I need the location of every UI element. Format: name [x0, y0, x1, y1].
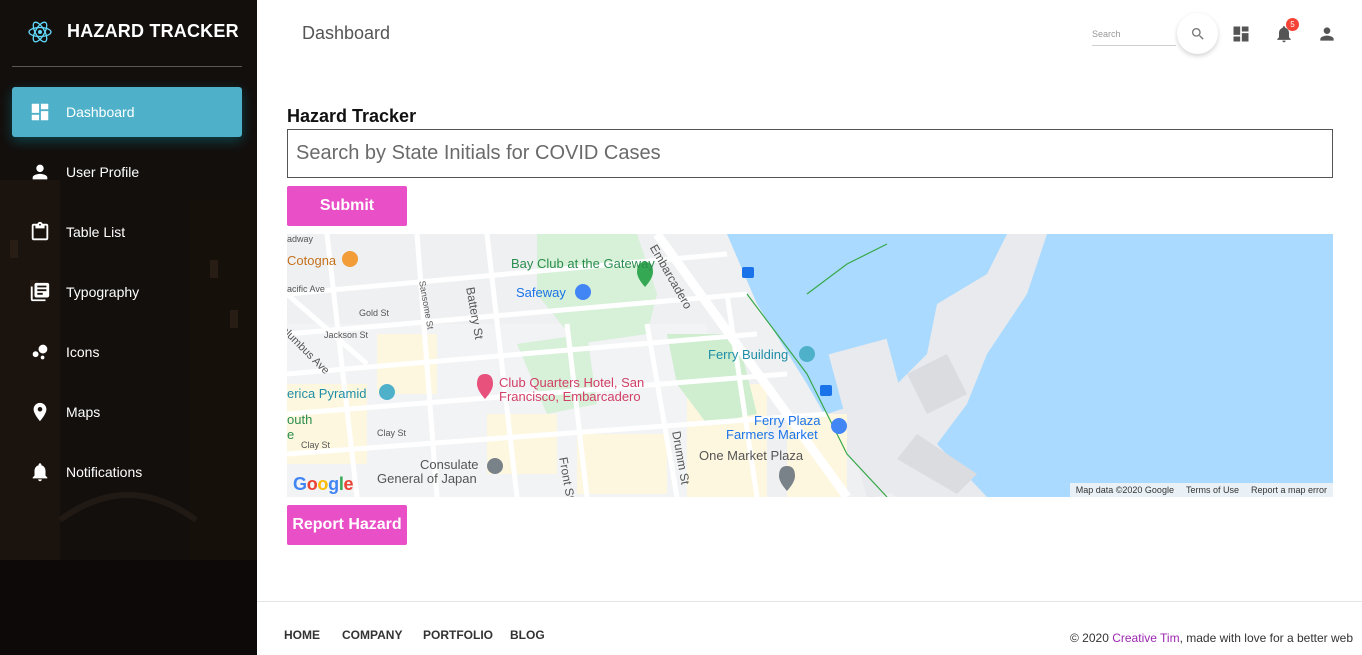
map-label-one-market: One Market Plaza	[699, 448, 804, 463]
map-label-pyramid: erica Pyramid	[287, 386, 367, 401]
react-atom-icon	[28, 21, 52, 43]
sidebar-item-maps[interactable]: Maps	[12, 387, 242, 437]
bubble-chart-icon	[32, 344, 48, 360]
sidebar-item-label: Dashboard	[66, 104, 135, 120]
submit-button[interactable]: Submit	[287, 186, 407, 226]
map-label-consulate-2: General of Japan	[377, 471, 477, 486]
dashboard-icon[interactable]	[1231, 24, 1251, 44]
sidebar-nav: Dashboard User Profile Table List Typogr…	[12, 87, 242, 507]
search-icon	[1191, 27, 1204, 40]
map-label-ferry-plaza-2: Farmers Market	[726, 427, 818, 442]
location-pin-icon	[33, 402, 47, 422]
search-button[interactable]	[1177, 13, 1218, 54]
map-label-consulate-1: Consulate	[420, 457, 479, 472]
sidebar-item-label: User Profile	[66, 164, 140, 180]
state-search-input[interactable]	[287, 129, 1333, 178]
report-hazard-button[interactable]: Report Hazard	[287, 505, 407, 545]
sidebar-item-table-list[interactable]: Table List	[12, 207, 242, 257]
bell-icon	[32, 463, 48, 482]
footer-divider	[257, 601, 1362, 602]
map-attribution: Map data ©2020 Google Terms of Use Repor…	[1069, 483, 1333, 497]
map-label-broadway: adway	[287, 234, 314, 244]
hazard-tracker-heading: Hazard Tracker	[287, 106, 417, 126]
copyright: © 2020 Creative Tim, made with love for …	[1070, 631, 1353, 645]
map-label-gold-st: Gold St	[359, 308, 390, 318]
footer-link-portfolio[interactable]: PORTFOLIO	[423, 628, 493, 642]
map-label-club-quarters-1: Club Quarters Hotel, San	[499, 375, 645, 390]
brand[interactable]: HAZARD TRACKER	[0, 0, 257, 66]
google-map[interactable]: Bay Club at the Gateway Safeway Cotogna …	[287, 234, 1333, 497]
sidebar-item-icons[interactable]: Icons	[12, 327, 242, 377]
map-label-south: outh	[287, 412, 313, 427]
report-map-error-link[interactable]: Report a map error	[1245, 485, 1333, 495]
clipboard-icon	[31, 221, 49, 241]
map-label-jackson-st: Jackson St	[324, 330, 369, 340]
map-label-bay-club: Bay Club at the Gateway	[511, 256, 655, 271]
sidebar-item-user-profile[interactable]: User Profile	[12, 147, 242, 197]
map-label-pacific-ave: acific Ave	[287, 284, 325, 294]
creative-tim-link[interactable]: Creative Tim	[1112, 631, 1179, 645]
person-icon	[32, 164, 48, 180]
person-icon[interactable]	[1317, 24, 1337, 44]
app-root: HAZARD TRACKER Dashboard User Profile Ta…	[0, 0, 1362, 655]
sidebar-item-label: Table List	[66, 224, 126, 240]
header-search	[1092, 24, 1176, 46]
map-label-cotogna: Cotogna	[287, 253, 337, 268]
terms-of-use-link[interactable]: Terms of Use	[1180, 485, 1245, 495]
copyright-prefix: © 2020	[1070, 631, 1113, 645]
map-label-ferry-building: Ferry Building	[708, 347, 789, 362]
footer-link-home[interactable]: HOME	[284, 628, 320, 642]
sidebar-item-label: Notifications	[66, 464, 143, 480]
library-books-icon	[30, 282, 50, 302]
sidebar-item-dashboard[interactable]: Dashboard	[12, 87, 242, 137]
map-label-e: e	[287, 427, 295, 442]
sidebar-item-notifications[interactable]: Notifications	[12, 447, 242, 497]
sidebar: HAZARD TRACKER Dashboard User Profile Ta…	[0, 0, 257, 655]
google-logo[interactable]: Google	[293, 474, 354, 495]
map-label-safeway: Safeway	[516, 285, 566, 300]
map-label-clay-st-2: Clay St	[301, 440, 331, 450]
map-data-text: Map data ©2020 Google	[1075, 485, 1174, 495]
footer-link-company[interactable]: COMPANY	[342, 628, 402, 642]
search-input[interactable]	[1092, 24, 1176, 44]
brand-divider	[12, 66, 242, 67]
sidebar-item-label: Typography	[66, 284, 140, 300]
notification-badge: 5	[1286, 18, 1299, 31]
map-label-club-quarters-2: Francisco, Embarcadero	[499, 389, 641, 404]
dashboard-icon	[31, 103, 49, 121]
sidebar-item-typography[interactable]: Typography	[12, 267, 242, 317]
copyright-suffix: , made with love for a better web	[1179, 631, 1353, 645]
sidebar-item-label: Icons	[66, 344, 100, 360]
brand-title: HAZARD TRACKER	[67, 21, 239, 41]
map-label-clay-st: Clay St	[377, 428, 407, 438]
map-label-ferry-plaza-1: Ferry Plaza	[754, 413, 821, 428]
sidebar-item-label: Maps	[66, 404, 101, 420]
page-title: Dashboard	[302, 23, 391, 43]
footer-link-blog[interactable]: BLOG	[510, 628, 545, 642]
